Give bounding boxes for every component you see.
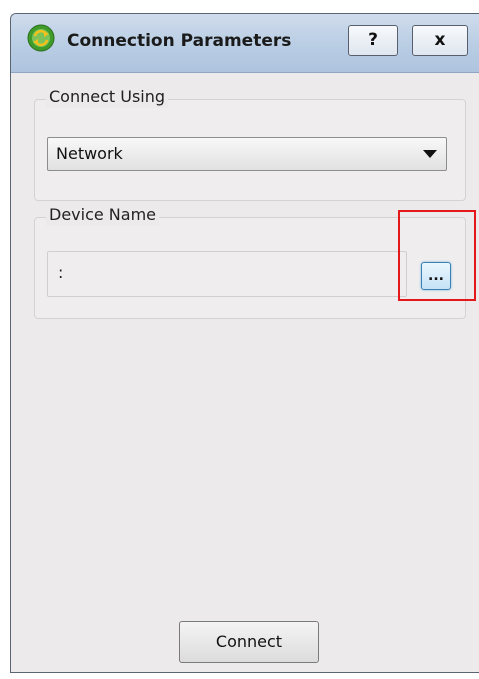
browse-device-button[interactable]: ...: [421, 262, 451, 290]
device-name-value: :: [58, 263, 64, 282]
connect-using-selected-value: Network: [56, 144, 123, 163]
window-title: Connection Parameters: [67, 31, 292, 51]
connect-using-select[interactable]: Network: [47, 137, 447, 171]
help-button[interactable]: ?: [348, 25, 398, 56]
dropdown-arrow-icon: [423, 150, 437, 158]
device-name-field[interactable]: :: [47, 251, 407, 297]
title-bar[interactable]: Connection Parameters ? x: [11, 14, 479, 73]
connection-parameters-dialog: Connection Parameters ? x Connect Using …: [10, 13, 479, 673]
connect-using-label: Connect Using: [46, 86, 169, 108]
connect-using-group: Connect Using Network: [34, 86, 466, 201]
connection-app-icon: [27, 24, 55, 52]
device-name-group: Device Name : ...: [34, 204, 466, 319]
browse-button-label: ...: [428, 268, 444, 284]
device-name-label: Device Name: [46, 204, 160, 226]
connect-button[interactable]: Connect: [179, 621, 319, 663]
close-button[interactable]: x: [412, 25, 468, 56]
